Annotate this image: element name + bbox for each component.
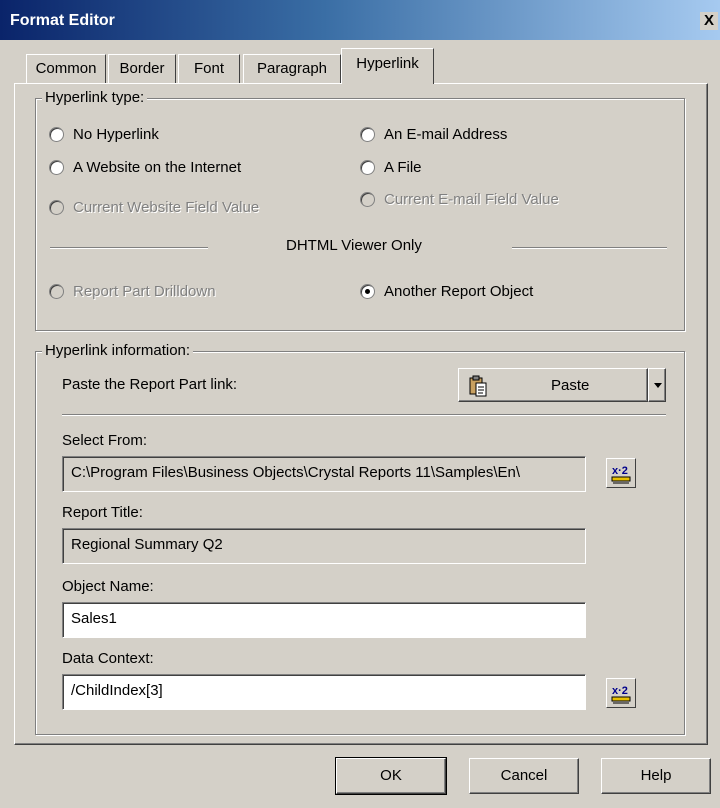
- radio-circle: [49, 127, 64, 142]
- radio-circle: [360, 160, 375, 175]
- svg-text:x·2: x·2: [612, 685, 628, 697]
- radio-current-email[interactable]: Current E-mail Field Value: [360, 191, 559, 208]
- dropdown-arrow-icon: [654, 383, 662, 388]
- title-bar: Format Editor X: [0, 0, 720, 40]
- radio-file[interactable]: A File: [360, 159, 422, 176]
- tab-font-label: Font: [193, 60, 224, 77]
- radio-drilldown[interactable]: Report Part Drilldown: [49, 283, 216, 300]
- svg-text:x·2: x·2: [612, 465, 628, 477]
- data-context-label: Data Context:: [62, 650, 154, 667]
- help-button-label: Help: [640, 767, 672, 784]
- ok-button-label: OK: [380, 767, 402, 784]
- radio-label: Current Website Field Value: [73, 199, 260, 216]
- tab-common[interactable]: Common: [26, 54, 106, 84]
- tab-border-label: Border: [119, 60, 165, 77]
- radio-circle: [49, 200, 64, 215]
- tab-paragraph[interactable]: Paragraph: [243, 54, 341, 84]
- tab-common-label: Common: [35, 60, 97, 77]
- radio-label: Current E-mail Field Value: [384, 191, 559, 208]
- separator-left: [50, 247, 208, 249]
- radio-circle: [360, 284, 375, 299]
- data-context-formula-button[interactable]: x·2: [606, 678, 636, 708]
- tab-hyperlink[interactable]: Hyperlink: [341, 48, 434, 84]
- dhtml-viewer-label: DHTML Viewer Only: [286, 237, 422, 254]
- report-title-field[interactable]: Regional Summary Q2: [62, 528, 586, 564]
- radio-label: Another Report Object: [384, 283, 534, 300]
- info-separator: [62, 414, 666, 416]
- clipboard-icon: [469, 375, 487, 397]
- object-name-label: Object Name:: [62, 578, 154, 595]
- paste-button[interactable]: Paste: [458, 368, 648, 402]
- radio-label: An E-mail Address: [384, 126, 508, 143]
- close-button[interactable]: X: [700, 12, 718, 30]
- hyperlink-info-legend: Hyperlink information:: [42, 342, 194, 359]
- radio-no-hyperlink[interactable]: No Hyperlink: [49, 126, 159, 143]
- radio-label: Report Part Drilldown: [73, 283, 216, 300]
- radio-current-website[interactable]: Current Website Field Value: [49, 199, 259, 216]
- tab-border[interactable]: Border: [108, 54, 176, 84]
- radio-circle: [360, 192, 375, 207]
- formula-icon: x·2: [609, 681, 633, 705]
- radio-label: A File: [384, 159, 422, 176]
- cancel-button[interactable]: Cancel: [469, 758, 579, 794]
- tab-paragraph-label: Paragraph: [256, 60, 328, 77]
- object-name-input[interactable]: Sales1: [62, 602, 586, 638]
- report-title-label: Report Title:: [62, 504, 143, 521]
- hyperlink-type-legend: Hyperlink type:: [42, 89, 148, 106]
- help-button[interactable]: Help: [601, 758, 711, 794]
- tab-hyperlink-label: Hyperlink: [356, 55, 419, 72]
- paste-dropdown-button[interactable]: [648, 368, 666, 402]
- radio-circle: [49, 284, 64, 299]
- radio-label: A Website on the Internet: [73, 159, 242, 176]
- radio-email[interactable]: An E-mail Address: [360, 126, 507, 143]
- ok-button[interactable]: OK: [335, 757, 447, 795]
- radio-website[interactable]: A Website on the Internet: [49, 159, 241, 176]
- data-context-input[interactable]: /ChildIndex[3]: [62, 674, 586, 710]
- hyperlink-type-group: Hyperlink type: No Hyperlink A Website o…: [35, 89, 685, 331]
- radio-another-object[interactable]: Another Report Object: [360, 283, 533, 300]
- tab-panel-hyperlink: Hyperlink type: No Hyperlink A Website o…: [14, 83, 708, 745]
- radio-circle: [360, 127, 375, 142]
- tab-font[interactable]: Font: [178, 54, 240, 84]
- paste-link-label: Paste the Report Part link:: [62, 376, 238, 393]
- radio-circle: [49, 160, 64, 175]
- hyperlink-info-group: Hyperlink information: Paste the Report …: [35, 342, 685, 735]
- radio-selected-dot: [365, 289, 370, 294]
- formula-icon: x·2: [609, 461, 633, 485]
- window-title: Format Editor: [10, 12, 115, 29]
- radio-label: No Hyperlink: [73, 126, 159, 143]
- cancel-button-label: Cancel: [500, 767, 548, 784]
- select-from-label: Select From:: [62, 432, 148, 449]
- select-from-formula-button[interactable]: x·2: [606, 458, 636, 488]
- select-from-field[interactable]: C:\Program Files\Business Objects\Crysta…: [62, 456, 586, 492]
- separator-right: [512, 247, 667, 249]
- paste-button-label: Paste: [551, 377, 590, 394]
